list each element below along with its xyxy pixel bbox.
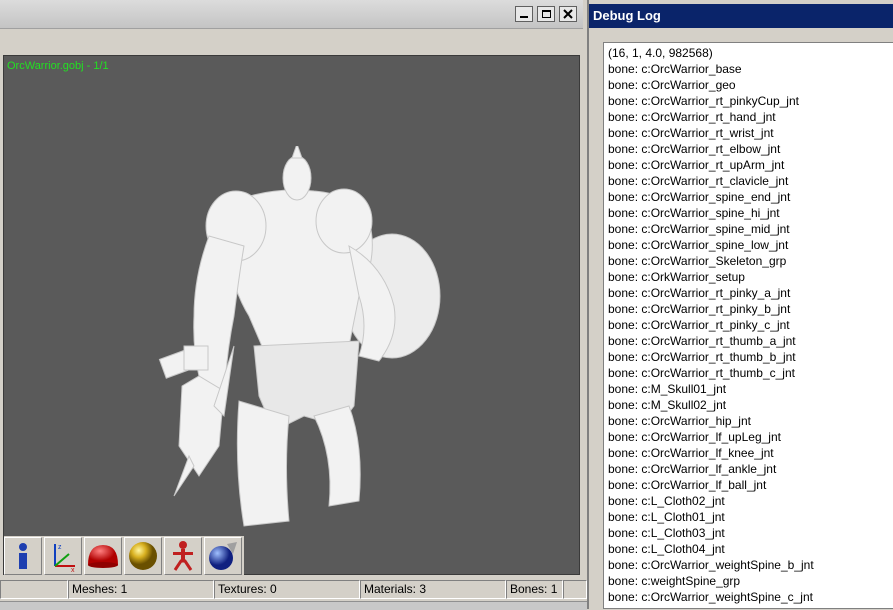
log-line: bone: c:L_Cloth01_jnt xyxy=(608,510,725,524)
sphere-icon xyxy=(129,542,157,570)
log-line: bone: c:OrcWarrior_Skeleton_grp xyxy=(608,254,787,268)
log-line: bone: c:OrcWarrior_rt_pinky_c_jnt xyxy=(608,318,790,332)
dome-button[interactable] xyxy=(84,537,122,575)
log-line: bone: c:OrcWarrior_rt_hand_jnt xyxy=(608,110,776,124)
log-line: bone: c:OrcWarrior_weightSpine_b_jnt xyxy=(608,558,814,572)
log-line: bone: c:OrcWarrior_rt_thumb_b_jnt xyxy=(608,350,796,364)
axes-icon: z x xyxy=(54,544,75,572)
log-line: bone: c:OrcWarrior_rt_pinky_a_jnt xyxy=(608,286,791,300)
debug-log-titlebar[interactable]: Debug Log xyxy=(589,4,893,28)
debug-log-list: (16, 1, 4.0, 982568) bone: c:OrcWarrior_b… xyxy=(604,43,893,605)
resize-grip[interactable] xyxy=(563,580,587,599)
status-meshes: Meshes: 1 xyxy=(68,580,214,599)
log-line: bone: c:OrcWarrior_rt_thumb_c_jnt xyxy=(608,366,795,380)
viewer-titlebar[interactable] xyxy=(0,0,583,29)
sphere-button[interactable] xyxy=(124,537,162,575)
log-line: bone: c:L_Cloth04_jnt xyxy=(608,542,725,556)
viewer-toolbar: z x xyxy=(4,536,244,576)
log-line: bone: c:OrcWarrior_rt_clavicle_jnt xyxy=(608,174,789,188)
orc-warrior-model xyxy=(158,146,441,527)
log-line: bone: c:OrcWarrior_rt_pinky_b_jnt xyxy=(608,302,791,316)
status-textures: Textures: 0 xyxy=(214,580,360,599)
log-line: bone: c:OrcWarrior_hip_jnt xyxy=(608,414,751,428)
skeleton-icon xyxy=(173,541,193,571)
material-button[interactable] xyxy=(204,537,242,575)
status-bones: Bones: 1 xyxy=(506,580,563,599)
log-line: bone: c:OrcWarrior_spine_end_jnt xyxy=(608,190,791,204)
log-line: (16, 1, 4.0, 982568) xyxy=(608,46,713,60)
log-line: bone: c:weightSpine_grp xyxy=(608,574,741,588)
log-line: bone: c:OrcWarrior_lf_upLeg_jnt xyxy=(608,430,781,444)
log-line: bone: c:OrcWarrior_spine_mid_jnt xyxy=(608,222,790,236)
log-line: bone: c:OrcWarrior_weightSpine_c_jnt xyxy=(608,590,813,604)
axes-button[interactable]: z x xyxy=(44,537,82,575)
info-icon xyxy=(19,543,27,569)
info-button[interactable] xyxy=(4,537,42,575)
log-line: bone: c:OrcWarrior_geo xyxy=(608,78,736,92)
log-line: bone: c:OrkWarrior_setup xyxy=(608,270,745,284)
status-materials: Materials: 3 xyxy=(360,580,506,599)
viewport-file-label: OrcWarrior.gobj - 1/1 xyxy=(7,60,109,72)
log-line: bone: c:M_Skull02_jnt xyxy=(608,398,727,412)
log-line: bone: c:OrcWarrior_rt_thumb_a_jnt xyxy=(608,334,796,348)
minimize-icon xyxy=(520,16,528,18)
3d-viewport[interactable]: OrcWarrior.gobj - 1/1 xyxy=(3,55,580,575)
log-line: bone: c:OrcWarrior_lf_knee_jnt xyxy=(608,446,774,460)
status-bar: Meshes: 1 Textures: 0 Materials: 3 Bones… xyxy=(0,580,587,600)
maximize-button[interactable] xyxy=(537,6,555,22)
log-line: bone: c:OrcWarrior_rt_wrist_jnt xyxy=(608,126,774,140)
dome-icon xyxy=(88,545,118,568)
debug-log-output[interactable]: (16, 1, 4.0, 982568) bone: c:OrcWarrior_b… xyxy=(603,42,893,609)
close-icon xyxy=(563,9,573,19)
svg-text:x: x xyxy=(71,567,75,572)
log-line: bone: c:M_Skull01_jnt xyxy=(608,382,727,396)
log-line: bone: c:L_Cloth02_jnt xyxy=(608,494,725,508)
log-line: bone: c:OrcWarrior_base xyxy=(608,62,742,76)
close-button[interactable] xyxy=(559,6,577,22)
log-line: bone: c:OrcWarrior_rt_pinkyCup_jnt xyxy=(608,94,799,108)
log-line: bone: c:OrcWarrior_spine_hi_jnt xyxy=(608,206,780,220)
maximize-icon xyxy=(541,10,551,18)
log-line: bone: c:OrcWarrior_rt_upArm_jnt xyxy=(608,158,785,172)
log-line: bone: c:OrcWarrior_lf_ankle_jnt xyxy=(608,462,777,476)
log-line: bone: c:OrcWarrior_lf_ball_jnt xyxy=(608,478,767,492)
status-pane-empty xyxy=(0,580,68,599)
svg-text:z: z xyxy=(58,544,62,551)
debug-log-window: Debug Log (16, 1, 4.0, 982568) bone: c:Or… xyxy=(587,0,893,609)
minimize-button[interactable] xyxy=(515,6,533,22)
material-paint-icon xyxy=(209,542,237,570)
log-line: bone: c:OrcWarrior_spine_low_jnt xyxy=(608,238,789,252)
log-line: bone: c:L_Cloth03_jnt xyxy=(608,526,725,540)
model-viewer-window: OrcWarrior.gobj - 1/1 z x Meshes: 1 Text… xyxy=(0,0,587,610)
skeleton-button[interactable] xyxy=(164,537,202,575)
log-line: bone: c:OrcWarrior_rt_elbow_jnt xyxy=(608,142,781,156)
